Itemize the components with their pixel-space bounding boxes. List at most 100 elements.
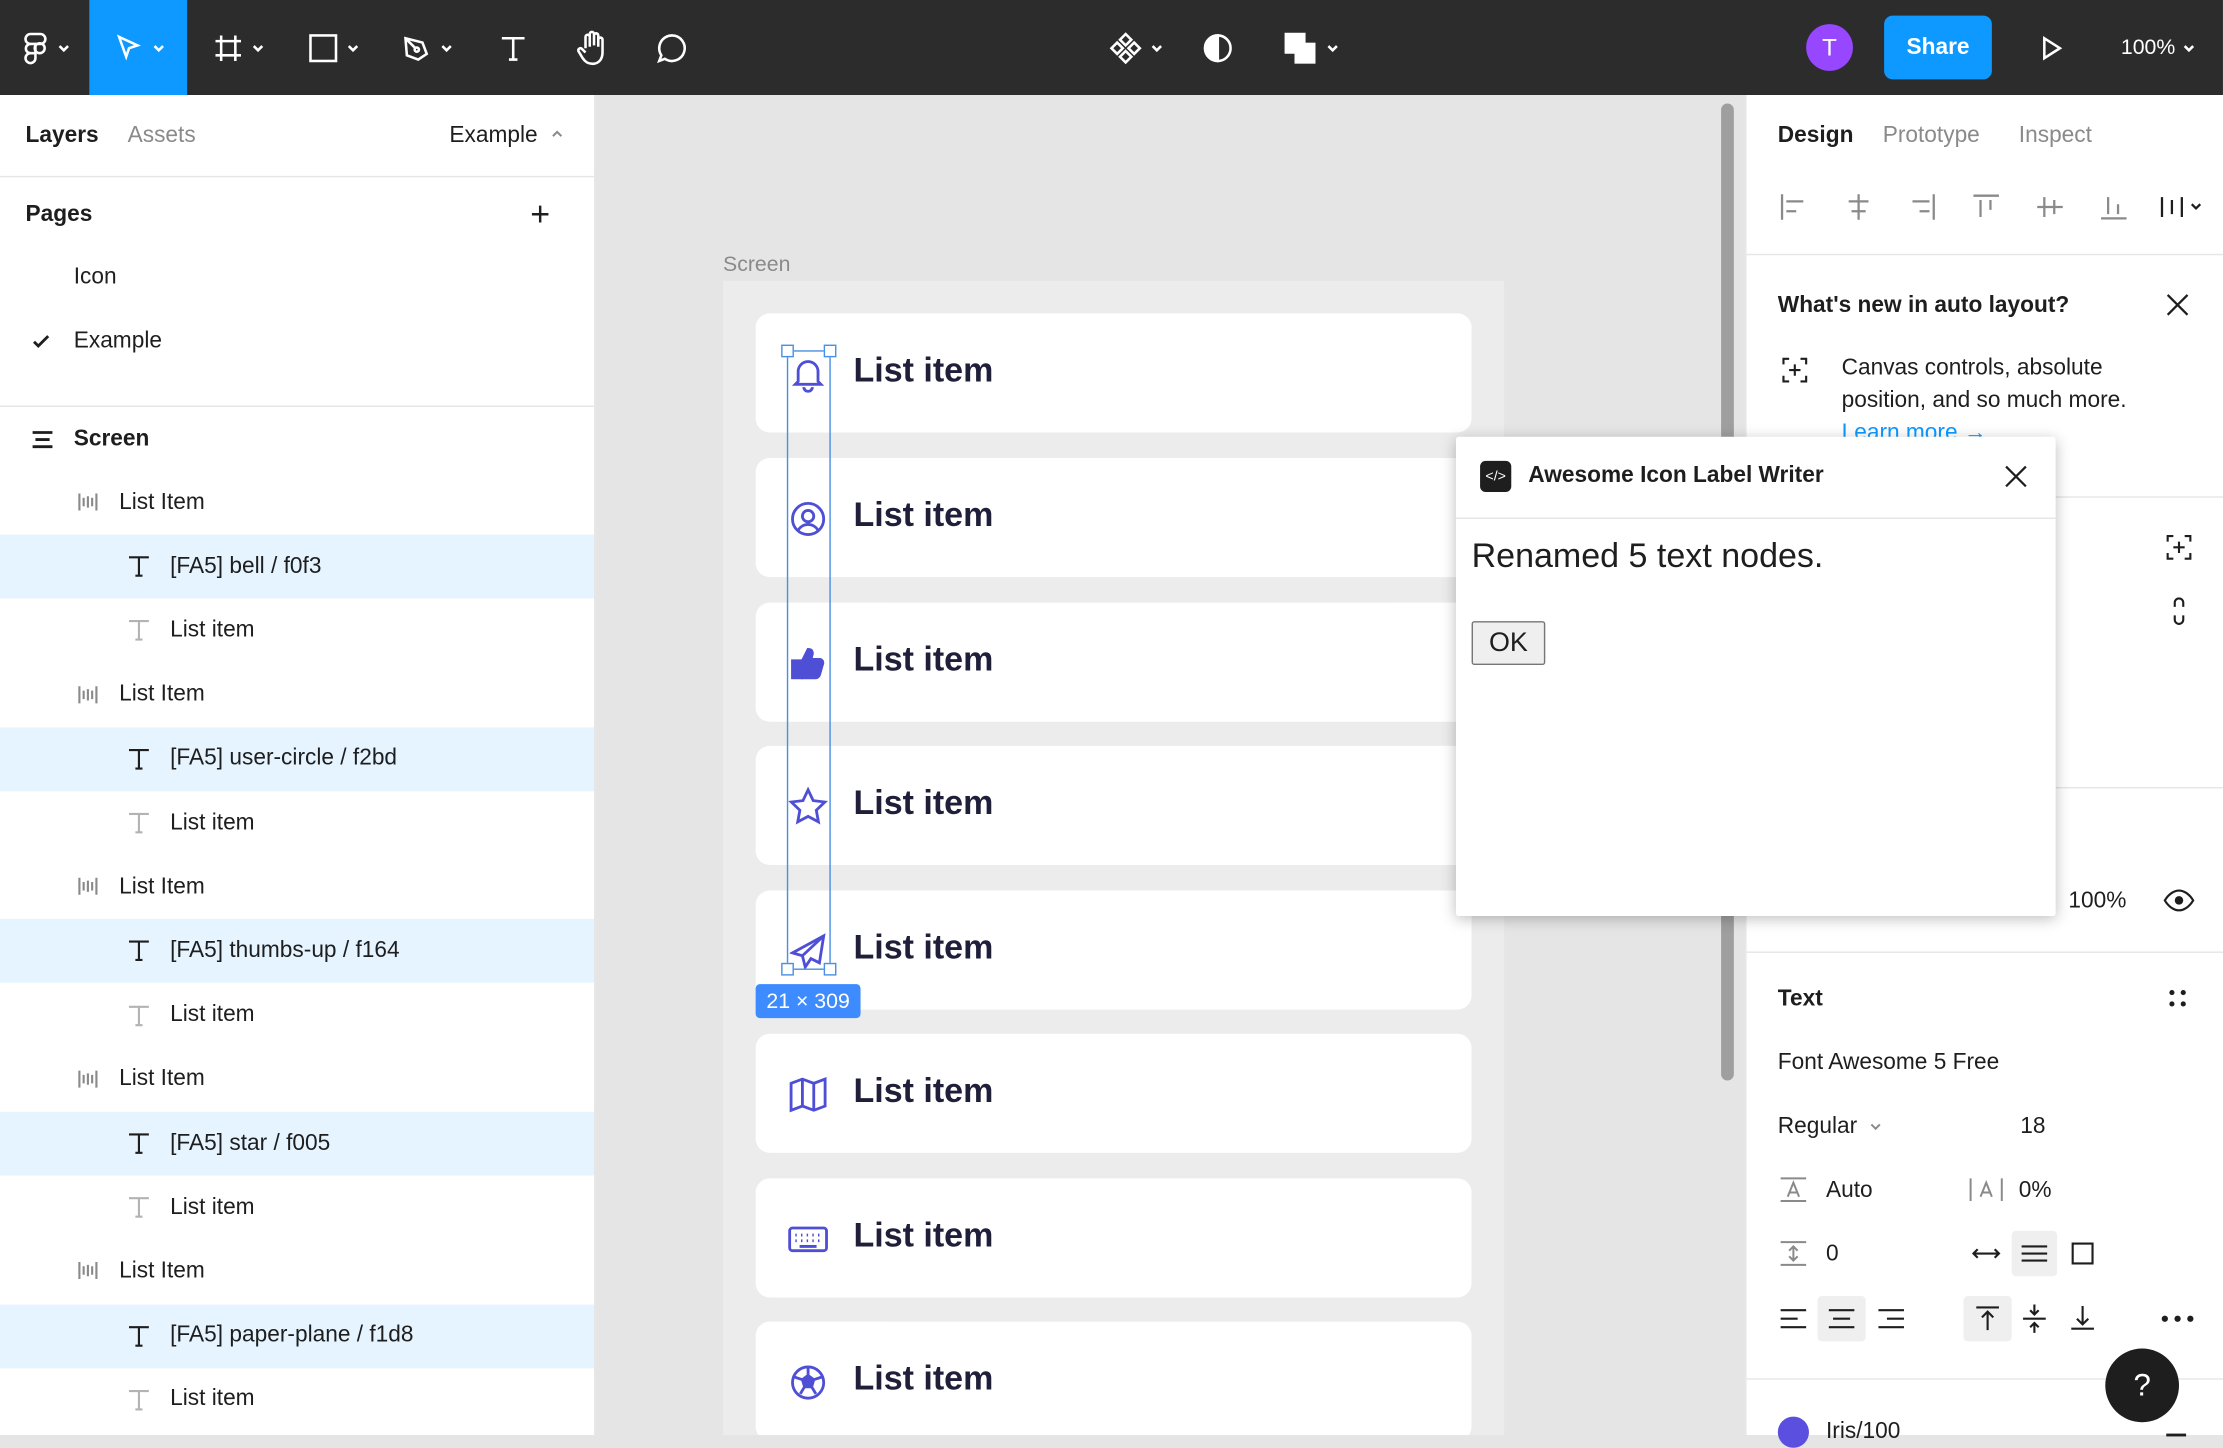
list-item-card[interactable]: List item bbox=[755, 1178, 1472, 1298]
tab-design[interactable]: Design bbox=[1778, 123, 1854, 149]
font-weight-dropdown[interactable]: Regular bbox=[1778, 1115, 1884, 1141]
vertical-align-bottom-icon[interactable] bbox=[2068, 1303, 2096, 1331]
align-left-icon[interactable] bbox=[1778, 191, 1809, 222]
fill-color-swatch[interactable] bbox=[1777, 1416, 1809, 1448]
avatar[interactable]: T bbox=[1806, 24, 1853, 71]
screen-frame[interactable]: List item List item List item List item … bbox=[723, 280, 1505, 1436]
align-vertical-center-icon[interactable] bbox=[2034, 191, 2065, 222]
frame-label[interactable]: Screen bbox=[723, 252, 790, 276]
boolean-ops-button[interactable] bbox=[1270, 0, 1348, 95]
tab-prototype[interactable]: Prototype bbox=[1883, 123, 1980, 149]
components-button[interactable] bbox=[1099, 0, 1173, 95]
layer-opacity-value[interactable]: 100% bbox=[2068, 889, 2126, 915]
layer-list-item-group[interactable]: List Item bbox=[0, 1048, 594, 1112]
resize-handle[interactable] bbox=[781, 962, 794, 976]
layer-list-item-group[interactable]: List Item bbox=[0, 855, 594, 919]
layer-text-node[interactable]: List item bbox=[0, 984, 594, 1048]
component-icon bbox=[1109, 31, 1142, 64]
font-size-field[interactable]: 18 bbox=[2020, 1115, 2045, 1141]
fixed-size-icon[interactable] bbox=[2070, 1241, 2096, 1267]
align-horizontal-center-icon[interactable] bbox=[1843, 191, 1874, 222]
close-icon[interactable] bbox=[2003, 464, 2029, 490]
pen-tool-button[interactable] bbox=[386, 0, 468, 95]
selection-box[interactable] bbox=[786, 350, 831, 970]
letter-spacing-field[interactable]: 0% bbox=[2019, 1178, 2052, 1204]
ok-button[interactable]: OK bbox=[1471, 621, 1546, 666]
align-right-icon[interactable] bbox=[1907, 191, 1938, 222]
eye-icon[interactable] bbox=[2163, 889, 2195, 912]
align-bottom-icon[interactable] bbox=[2098, 191, 2129, 222]
constrain-proportions-icon[interactable] bbox=[2170, 596, 2187, 627]
paragraph-spacing-field[interactable]: 0 bbox=[1826, 1242, 1839, 1268]
play-icon bbox=[2043, 35, 2063, 60]
layer-label: List item bbox=[170, 1194, 255, 1220]
text-align-left-icon[interactable] bbox=[1779, 1307, 1807, 1330]
mask-button[interactable] bbox=[1191, 0, 1245, 95]
align-top-icon[interactable] bbox=[1971, 191, 2002, 222]
modal-header: </> Awesome Icon Label Writer bbox=[1455, 437, 2056, 519]
fill-style-name[interactable]: Iris/100 bbox=[1826, 1419, 1900, 1445]
list-item-card[interactable]: List item bbox=[755, 890, 1472, 1010]
more-options-icon[interactable] bbox=[2161, 1314, 2195, 1323]
chevron-down-icon bbox=[347, 44, 358, 52]
move-tool-button[interactable] bbox=[89, 0, 188, 96]
tab-assets[interactable]: Assets bbox=[128, 123, 196, 149]
line-height-field[interactable]: Auto bbox=[1826, 1178, 1873, 1204]
auto-height-button[interactable] bbox=[2011, 1230, 2058, 1277]
align-top-text-button[interactable] bbox=[1963, 1296, 2012, 1342]
present-button[interactable] bbox=[2030, 0, 2073, 95]
comment-tool-button[interactable] bbox=[641, 0, 703, 95]
layer-text-node[interactable]: List item bbox=[0, 1368, 594, 1432]
remove-fill-icon[interactable] bbox=[2166, 1433, 2187, 1437]
layer-list-item-group[interactable]: List Item bbox=[0, 471, 594, 535]
list-item-card[interactable]: List item bbox=[755, 1321, 1472, 1436]
tab-inspect[interactable]: Inspect bbox=[2019, 123, 2092, 149]
add-page-icon[interactable]: + bbox=[530, 198, 550, 232]
layer-text-node[interactable]: List item bbox=[0, 1176, 594, 1240]
frame-tool-button[interactable] bbox=[198, 0, 276, 95]
text-tool-button[interactable] bbox=[482, 0, 544, 95]
close-icon[interactable] bbox=[2165, 292, 2191, 318]
text-align-center-icon bbox=[1828, 1309, 1855, 1329]
help-button[interactable]: ? bbox=[2105, 1348, 2180, 1423]
layer-text-node[interactable]: [FA5] bell / f0f3 bbox=[0, 534, 595, 599]
resize-handle[interactable] bbox=[781, 344, 794, 358]
list-item-card[interactable]: List item bbox=[755, 458, 1472, 578]
font-family-dropdown[interactable]: Font Awesome 5 Free bbox=[1778, 1051, 1999, 1077]
autolayout-add-icon[interactable] bbox=[2165, 533, 2193, 561]
layer-text-node[interactable]: List item bbox=[0, 599, 594, 663]
text-layer-icon bbox=[125, 1193, 153, 1221]
page-item-example[interactable]: Example bbox=[0, 311, 594, 373]
list-item-card[interactable]: List item bbox=[755, 602, 1472, 722]
autolayout-vertical-icon bbox=[32, 431, 53, 449]
list-item-card[interactable]: List item bbox=[755, 1033, 1472, 1153]
layer-text-node[interactable]: [FA5] paper-plane / f1d8 bbox=[0, 1303, 595, 1368]
resize-handle[interactable] bbox=[823, 344, 837, 358]
tab-layers[interactable]: Layers bbox=[26, 123, 99, 149]
text-align-right-icon[interactable] bbox=[1877, 1307, 1905, 1330]
page-item-icon[interactable]: Icon bbox=[0, 247, 594, 309]
layer-list-item-group[interactable]: List Item bbox=[0, 1240, 594, 1304]
share-button[interactable]: Share bbox=[1884, 15, 1992, 80]
resize-handle[interactable] bbox=[823, 962, 837, 976]
text-align-center-button[interactable] bbox=[1817, 1296, 1866, 1342]
text-styles-icon[interactable] bbox=[2168, 988, 2188, 1008]
hand-tool-button[interactable] bbox=[560, 0, 625, 95]
layer-text-node[interactable]: [FA5] user-circle / f2bd bbox=[0, 727, 595, 791]
text-layer-icon bbox=[125, 936, 153, 964]
layer-text-node[interactable]: List item bbox=[0, 791, 594, 855]
auto-width-icon[interactable] bbox=[1971, 1242, 2002, 1265]
vertical-align-middle-icon[interactable] bbox=[2020, 1303, 2048, 1334]
layer-text-node[interactable]: [FA5] star / f005 bbox=[0, 1111, 595, 1176]
list-item-card[interactable]: List item bbox=[755, 745, 1472, 865]
chevron-down-icon bbox=[2184, 44, 2195, 52]
shape-tool-button[interactable] bbox=[293, 0, 371, 95]
distribute-icon[interactable] bbox=[2158, 191, 2206, 222]
page-selector[interactable]: Example bbox=[449, 123, 563, 149]
layer-root-screen[interactable]: Screen bbox=[0, 407, 594, 471]
list-item-card[interactable]: List item bbox=[755, 313, 1472, 433]
layer-text-node[interactable]: [FA5] thumbs-up / f164 bbox=[0, 919, 595, 984]
main-menu-button[interactable] bbox=[0, 0, 89, 95]
layer-list-item-group[interactable]: List Item bbox=[0, 663, 594, 727]
zoom-dropdown[interactable]: 100% bbox=[2121, 0, 2195, 95]
